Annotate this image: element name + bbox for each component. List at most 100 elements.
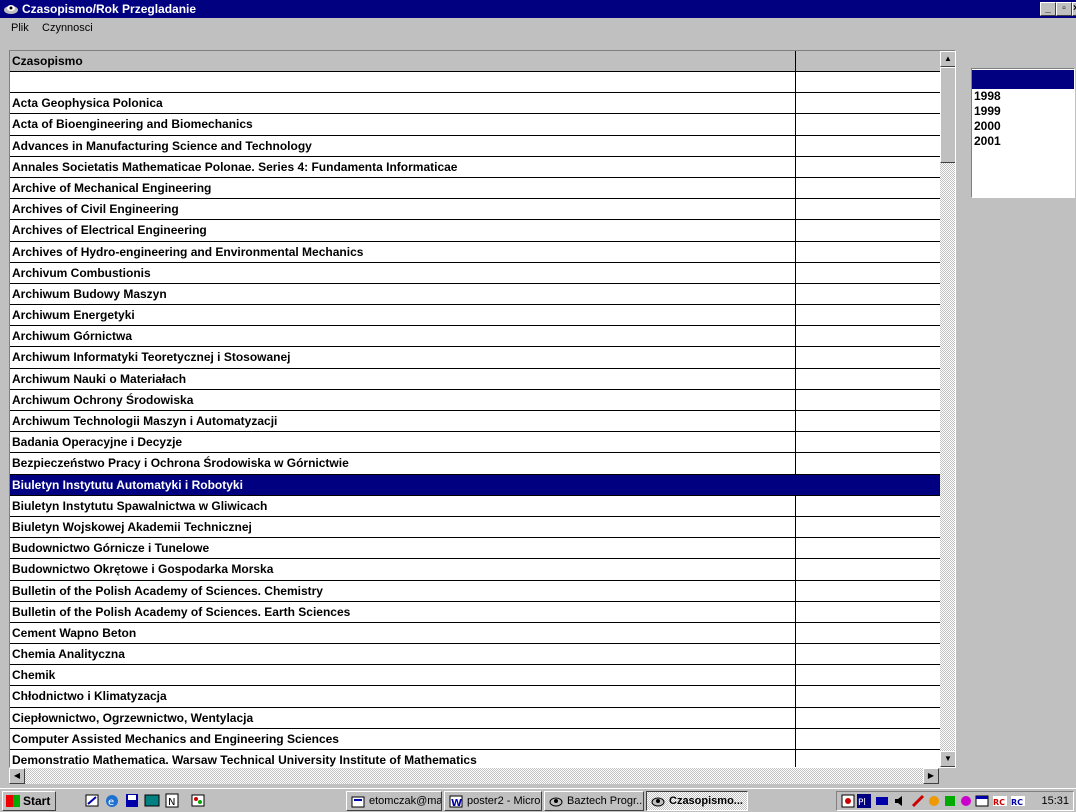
journal-name-cell[interactable]: Annales Societatis Mathematicae Polonae.… bbox=[10, 156, 796, 177]
task-button-czasopismo[interactable]: Czasopismo... bbox=[646, 791, 748, 811]
table-row[interactable]: Archiwum Górnictwa bbox=[10, 326, 940, 348]
table-row[interactable]: Biuletyn Instytutu Spawalnictwa w Gliwic… bbox=[10, 495, 940, 517]
table-row[interactable]: Budownictwo Okrętowe i Gospodarka Morska bbox=[10, 559, 940, 581]
tray-paint-icon[interactable] bbox=[959, 794, 973, 808]
task-button-word[interactable]: W poster2 - Micro... bbox=[444, 791, 542, 811]
year-item[interactable]: 1998 bbox=[972, 89, 1074, 104]
journal-name-cell[interactable]: Chemik bbox=[10, 665, 796, 686]
network-icon[interactable] bbox=[875, 794, 889, 808]
journal-name-cell[interactable]: Advances in Manufacturing Science and Te… bbox=[10, 135, 796, 156]
journal-name-cell[interactable]: Bulletin of the Polish Academy of Scienc… bbox=[10, 601, 796, 622]
journal-name-cell[interactable]: Acta Geophysica Polonica bbox=[10, 93, 796, 114]
menu-czynnosci[interactable]: Czynnosci bbox=[42, 22, 93, 34]
paint-icon[interactable] bbox=[190, 793, 206, 808]
journal-name-cell[interactable]: Acta of Bioengineering and Biomechanics bbox=[10, 114, 796, 135]
column-header-czasopismo[interactable]: Czasopismo bbox=[10, 51, 796, 71]
journal-name-cell[interactable]: Bezpieczeństwo Pracy i Ochrona Środowisk… bbox=[10, 453, 796, 474]
tray-rc2-icon[interactable]: RC bbox=[1011, 794, 1025, 808]
journal-name-cell[interactable]: Archiwum Technologii Maszyn i Automatyza… bbox=[10, 411, 796, 432]
table-row[interactable]: Acta Geophysica Polonica bbox=[10, 93, 940, 115]
table-row[interactable]: Archiwum Nauki o Materiałach bbox=[10, 368, 940, 390]
journal-name-cell[interactable]: Archives of Electrical Engineering bbox=[10, 220, 796, 241]
journal-name-cell[interactable]: Archiwum Ochrony Środowiska bbox=[10, 389, 796, 410]
horizontal-scrollbar[interactable]: ◀ ▶ bbox=[9, 768, 939, 784]
journal-name-cell[interactable] bbox=[10, 72, 796, 93]
year-list[interactable]: 1998 1999 2000 2001 bbox=[971, 68, 1075, 198]
table-row[interactable]: Badania Operacyjne i Decyzje bbox=[10, 432, 940, 454]
journal-name-cell[interactable]: Biuletyn Instytutu Spawalnictwa w Gliwic… bbox=[10, 495, 796, 516]
table-row[interactable]: Ciepłownictwo, Ogrzewnictwo, Wentylacja bbox=[10, 707, 940, 729]
antivirus-icon[interactable] bbox=[911, 794, 925, 808]
table-row[interactable]: Cement Wapno Beton bbox=[10, 622, 940, 645]
task-button-mail[interactable]: etomczak@ma... bbox=[346, 791, 442, 811]
start-button[interactable]: Start bbox=[2, 791, 56, 811]
table-row[interactable]: Chemik bbox=[10, 665, 940, 687]
tray-tool-icon[interactable] bbox=[943, 794, 957, 808]
year-list-selected[interactable] bbox=[972, 70, 1074, 89]
journal-name-cell[interactable]: Biuletyn Instytutu Automatyki i Robotyki bbox=[10, 474, 796, 495]
journal-name-cell[interactable]: Biuletyn Wojskowej Akademii Technicznej bbox=[10, 516, 796, 538]
table-row[interactable]: Archivum Combustionis bbox=[10, 262, 940, 284]
journal-name-cell[interactable]: Archives of Hydro-engineering and Enviro… bbox=[10, 241, 796, 262]
scroll-left-arrow-icon[interactable]: ◀ bbox=[9, 768, 25, 784]
journal-name-cell[interactable]: Archive of Mechanical Engineering bbox=[10, 177, 796, 199]
table-row[interactable]: Biuletyn Instytutu Automatyki i Robotyki bbox=[10, 474, 940, 496]
table-row[interactable]: Archiwum Technologii Maszyn i Automatyza… bbox=[10, 411, 940, 433]
table-row[interactable]: Biuletyn Wojskowej Akademii Technicznej bbox=[10, 516, 940, 539]
table-row[interactable]: Annales Societatis Mathematicae Polonae.… bbox=[10, 156, 940, 178]
journal-name-cell[interactable]: Archiwum Informatyki Teoretycznej i Stos… bbox=[10, 347, 796, 368]
table-row[interactable]: Bulletin of the Polish Academy of Scienc… bbox=[10, 601, 940, 623]
save-disk-icon[interactable] bbox=[124, 793, 140, 808]
journal-grid[interactable]: Czasopismo Acta Geophysica Polonica Acta … bbox=[9, 50, 956, 768]
table-row[interactable]: Archiwum Informatyki Teoretycznej i Stos… bbox=[10, 347, 940, 369]
journal-name-cell[interactable]: Archivum Combustionis bbox=[10, 262, 796, 283]
scroll-thumb[interactable] bbox=[940, 67, 955, 163]
maximize-button[interactable]: ▫ bbox=[1056, 2, 1072, 16]
task-button-baztech[interactable]: Baztech Progr... bbox=[544, 791, 644, 811]
scroll-up-arrow-icon[interactable]: ▲ bbox=[940, 51, 955, 67]
table-row[interactable]: Budownictwo Górnicze i Tunelowe bbox=[10, 538, 940, 560]
table-row[interactable] bbox=[10, 72, 940, 94]
year-item[interactable]: 2001 bbox=[972, 134, 1074, 149]
table-row[interactable]: Advances in Manufacturing Science and Te… bbox=[10, 135, 940, 157]
language-pl-icon[interactable]: Pl bbox=[857, 794, 871, 808]
journal-name-cell[interactable]: Chłodnictwo i Klimatyzacja bbox=[10, 686, 796, 707]
journal-name-cell[interactable]: Archiwum Nauki o Materiałach bbox=[10, 368, 796, 389]
table-row[interactable]: Archiwum Budowy Maszyn bbox=[10, 283, 940, 306]
tray-star-icon[interactable] bbox=[927, 794, 941, 808]
journal-name-cell[interactable]: Computer Assisted Mechanics and Engineer… bbox=[10, 728, 796, 749]
tray-window-icon[interactable] bbox=[975, 794, 989, 808]
table-row[interactable]: Chłodnictwo i Klimatyzacja bbox=[10, 686, 940, 708]
desktop-icon[interactable] bbox=[144, 793, 160, 808]
table-row[interactable]: Archives of Civil Engineering bbox=[10, 199, 940, 221]
journal-name-cell[interactable]: Bulletin of the Polish Academy of Scienc… bbox=[10, 580, 796, 601]
table-row[interactable]: Computer Assisted Mechanics and Engineer… bbox=[10, 728, 940, 750]
journal-name-cell[interactable]: Budownictwo Górnicze i Tunelowe bbox=[10, 538, 796, 559]
journal-name-cell[interactable]: Badania Operacyjne i Decyzje bbox=[10, 432, 796, 453]
journal-name-cell[interactable]: Archives of Civil Engineering bbox=[10, 199, 796, 220]
table-row[interactable]: Bezpieczeństwo Pracy i Ochrona Środowisk… bbox=[10, 453, 940, 475]
table-row[interactable]: Bulletin of the Polish Academy of Scienc… bbox=[10, 580, 940, 602]
journal-name-cell[interactable]: Cement Wapno Beton bbox=[10, 622, 796, 644]
table-row[interactable]: Archive of Mechanical Engineering bbox=[10, 177, 940, 200]
tray-rc-icon[interactable]: RC bbox=[993, 794, 1007, 808]
scroll-right-arrow-icon[interactable]: ▶ bbox=[923, 768, 939, 784]
journal-name-cell[interactable]: Budownictwo Okrętowe i Gospodarka Morska bbox=[10, 559, 796, 580]
journal-name-cell[interactable]: Archiwum Energetyki bbox=[10, 305, 796, 326]
column-header-2[interactable] bbox=[796, 51, 940, 71]
notepad-icon[interactable]: N bbox=[164, 793, 180, 808]
year-item[interactable]: 1999 bbox=[972, 104, 1074, 119]
tray-app-icon[interactable] bbox=[841, 794, 855, 808]
journal-name-cell[interactable]: Archiwum Budowy Maszyn bbox=[10, 283, 796, 305]
journal-name-cell[interactable]: Demonstratio Mathematica. Warsaw Technic… bbox=[10, 750, 796, 767]
table-row[interactable]: Archiwum Energetyki bbox=[10, 305, 940, 327]
menu-plik[interactable]: Plik bbox=[11, 22, 29, 34]
year-item[interactable]: 2000 bbox=[972, 119, 1074, 134]
table-row[interactable]: Chemia Analityczna bbox=[10, 644, 940, 666]
journal-name-cell[interactable]: Chemia Analityczna bbox=[10, 644, 796, 665]
table-row[interactable]: Demonstratio Mathematica. Warsaw Technic… bbox=[10, 750, 940, 767]
close-button[interactable]: × bbox=[1072, 2, 1076, 16]
vertical-scrollbar[interactable]: ▲ ▼ bbox=[940, 51, 955, 767]
journal-name-cell[interactable]: Ciepłownictwo, Ogrzewnictwo, Wentylacja bbox=[10, 707, 796, 728]
journal-name-cell[interactable]: Archiwum Górnictwa bbox=[10, 326, 796, 347]
